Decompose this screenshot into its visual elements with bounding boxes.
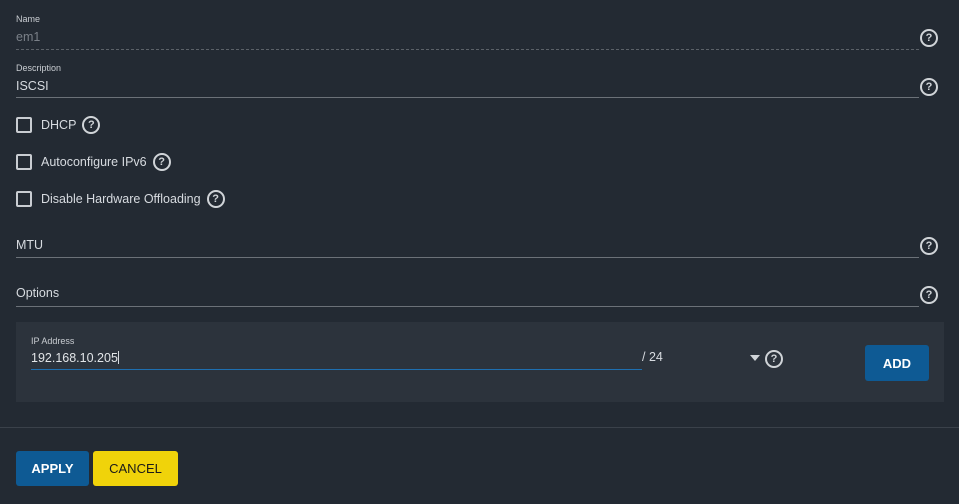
- help-icon[interactable]: ?: [920, 29, 938, 47]
- description-underline: [16, 97, 919, 98]
- mtu-field[interactable]: MTU: [16, 238, 919, 260]
- description-value[interactable]: ISCSI: [16, 79, 49, 93]
- help-icon[interactable]: ?: [920, 237, 938, 255]
- help-icon[interactable]: ?: [82, 116, 101, 134]
- help-icon[interactable]: ?: [152, 153, 171, 171]
- autoconfigure-ipv6-checkbox[interactable]: [16, 154, 32, 170]
- dhcp-label[interactable]: DHCP: [41, 118, 76, 132]
- mtu-placeholder[interactable]: MTU: [16, 238, 43, 252]
- name-value: em1: [16, 30, 41, 44]
- text-cursor: [117, 351, 119, 364]
- dhcp-checkbox[interactable]: [16, 117, 32, 133]
- name-field: Name em1: [16, 14, 919, 50]
- options-underline: [16, 306, 919, 307]
- ip-address-underline: [31, 369, 642, 370]
- description-label: Description: [16, 63, 62, 73]
- help-icon[interactable]: ?: [920, 78, 938, 96]
- ip-address-label: IP Address: [31, 336, 75, 346]
- cancel-button[interactable]: CANCEL: [93, 451, 178, 486]
- help-icon[interactable]: ?: [765, 350, 783, 368]
- ip-address-value[interactable]: 192.168.10.205: [31, 351, 118, 365]
- disable-hw-offloading-checkbox[interactable]: [16, 191, 32, 207]
- ip-address-input[interactable]: 192.168.10.205: [31, 351, 119, 365]
- mtu-underline: [16, 257, 919, 258]
- caret-down-icon[interactable]: [750, 355, 760, 361]
- help-icon[interactable]: ?: [206, 190, 225, 208]
- ip-address-panel: IP Address 192.168.10.205 / 24 ? ADD: [16, 322, 944, 402]
- divider: [0, 427, 959, 428]
- dhcp-row: DHCP ?: [16, 116, 101, 134]
- name-label: Name: [16, 14, 41, 24]
- options-field[interactable]: Options: [16, 286, 919, 308]
- disable-hw-offloading-label[interactable]: Disable Hardware Offloading: [41, 192, 201, 206]
- name-underline: [16, 49, 919, 50]
- options-placeholder[interactable]: Options: [16, 286, 59, 300]
- netmask-value[interactable]: / 24: [642, 350, 663, 364]
- disable-hw-offloading-row: Disable Hardware Offloading ?: [16, 190, 225, 208]
- add-button[interactable]: ADD: [865, 345, 929, 381]
- apply-button[interactable]: APPLY: [16, 451, 89, 486]
- autoconfigure-ipv6-row: Autoconfigure IPv6 ?: [16, 153, 171, 171]
- help-icon[interactable]: ?: [920, 286, 938, 304]
- description-field[interactable]: Description ISCSI: [16, 63, 919, 99]
- autoconfigure-ipv6-label[interactable]: Autoconfigure IPv6: [41, 155, 147, 169]
